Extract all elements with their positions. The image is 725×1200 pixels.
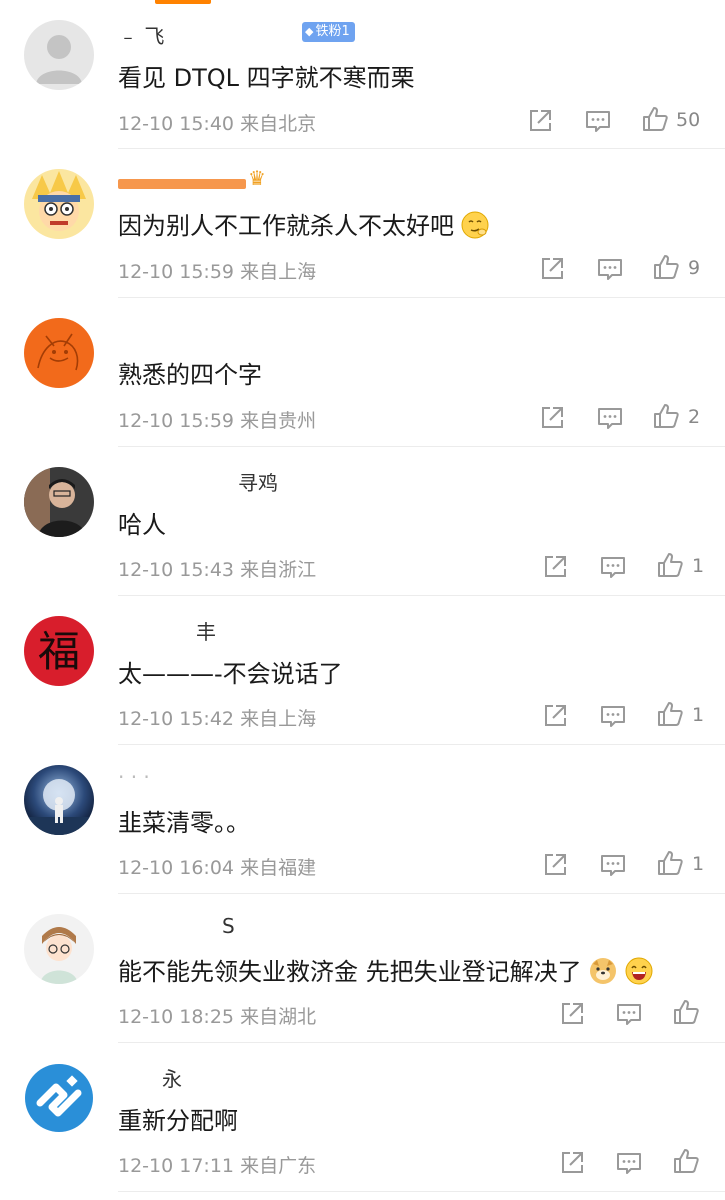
comment-time: 12-10 16:04 [118,857,235,879]
comment-icon[interactable] [599,553,627,581]
comment-text: 因为别人不工作就杀人不太好吧 [118,206,490,241]
comment-location: 来自上海 [240,708,317,730]
like-icon[interactable] [656,551,684,579]
comment-time: 12-10 17:11 [118,1155,235,1177]
comment-icon[interactable] [596,404,624,432]
avatar[interactable] [24,318,94,388]
laugh-emoji-icon [624,956,654,986]
comment-meta: 12-10 18:25 来自湖北 [118,1002,316,1029]
avatar[interactable]: 福 [24,616,94,686]
forward-icon[interactable] [538,255,566,283]
like-icon[interactable] [641,105,669,133]
comment-meta: 12-10 16:04 来自福建 [118,853,316,880]
username-redacted [118,179,246,189]
forward-icon[interactable] [541,553,569,581]
like-icon[interactable] [656,849,684,877]
comment-text: 能不能先领失业救济金 先把失业登记解决了 [118,952,654,987]
smirk-emoji-icon [460,210,490,240]
comment-time: 12-10 15:59 [118,261,235,283]
forward-icon[interactable] [541,851,569,879]
comment-meta: 12-10 15:42 来自上海 [118,704,316,731]
divider [118,1190,725,1192]
comment-location: 来自浙江 [240,559,317,581]
comment-meta: 12-10 15:59 来自贵州 [118,406,316,433]
comment-item[interactable]: ♛ 因为别人不工作就杀人不太好吧 12-10 15:59 来自上海 9 [0,149,725,298]
comment-meta: 12-10 15:43 来自浙江 [118,555,316,582]
comment-item[interactable]: 福 丰 太———-不会说话了 12-10 15:42 来自上海 1 [0,596,725,745]
comment-time: 12-10 18:25 [118,1006,235,1028]
comment-text: 看见 DTQL 四字就不寒而栗 [118,64,415,92]
doge-emoji-icon [588,956,618,986]
comment-time: 12-10 15:59 [118,410,235,432]
username[interactable]: ﹣ 飞 [118,20,164,49]
forward-icon[interactable] [558,1000,586,1028]
forward-icon[interactable] [538,404,566,432]
comment-text: 韭菜清零。。 [118,809,250,837]
comment-time: 12-10 15:43 [118,559,235,581]
comment-location: 来自福建 [240,857,317,879]
comment-text: 熟悉的四个字 [118,361,262,389]
username[interactable]: 永 [162,1063,182,1092]
comment-icon[interactable] [584,107,612,135]
svg-text:福: 福 [38,627,80,676]
comment-location: 来自北京 [240,113,317,135]
like-count: 9 [688,257,701,279]
comment-item[interactable]: ﹣ 飞 ◆ 铁粉1 看见 DTQL 四字就不寒而栗 12-10 15:40 来自北… [0,0,725,149]
like-count: 1 [692,704,705,726]
like-count: 2 [688,406,701,428]
comment-location: 来自湖北 [240,1006,317,1028]
comment-item[interactable]: 永 重新分配啊 12-10 17:11 来自广东 [0,1043,725,1192]
comment-icon[interactable] [615,1149,643,1177]
forward-icon[interactable] [526,107,554,135]
comment-meta: 12-10 17:11 来自广东 [118,1151,316,1178]
forward-icon[interactable] [541,702,569,730]
comment-icon[interactable] [599,851,627,879]
comment-time: 12-10 15:42 [118,708,235,730]
username[interactable]: 丰 [196,616,216,645]
avatar[interactable] [24,467,94,537]
comment-meta: 12-10 15:40 来自北京 [118,109,316,136]
comment-location: 来自贵州 [240,410,317,432]
comment-item[interactable]: 熟悉的四个字 12-10 15:59 来自贵州 2 [0,298,725,447]
avatar[interactable] [24,765,94,835]
avatar[interactable] [24,1063,94,1133]
comment-text: 哈人 [118,511,166,539]
comment-text: 太———-不会说话了 [118,660,343,688]
like-icon[interactable] [652,402,680,430]
like-icon[interactable] [672,998,700,1026]
comment-location: 来自上海 [240,261,317,283]
like-count: 50 [676,109,701,131]
username[interactable]: S [222,914,235,938]
avatar[interactable] [24,20,94,90]
like-icon[interactable] [652,253,680,281]
avatar[interactable] [24,914,94,984]
like-count: 1 [692,555,705,577]
forward-icon[interactable] [558,1149,586,1177]
comment-text: 重新分配啊 [118,1107,238,1135]
avatar[interactable] [24,169,94,239]
like-count: 1 [692,853,705,875]
username[interactable]: · · · [118,765,150,789]
comment-meta: 12-10 15:59 来自上海 [118,257,316,284]
comment-item[interactable]: S 能不能先领失业救济金 先把失业登记解决了 12-10 18:25 来自湖北 [0,894,725,1043]
fan-badge: ◆ 铁粉1 [302,22,355,42]
like-icon[interactable] [672,1147,700,1175]
comment-location: 来自广东 [240,1155,317,1177]
like-icon[interactable] [656,700,684,728]
comment-icon[interactable] [599,702,627,730]
comment-time: 12-10 15:40 [118,113,235,135]
comment-item[interactable]: · · · 韭菜清零。。 12-10 16:04 来自福建 1 [0,745,725,894]
diamond-icon: ◆ [305,25,314,38]
comment-item[interactable]: 寻鸡 哈人 12-10 15:43 来自浙江 1 [0,447,725,596]
crown-icon: ♛ [248,166,266,190]
username[interactable]: 寻鸡 [238,467,278,496]
comment-icon[interactable] [615,1000,643,1028]
comment-icon[interactable] [596,255,624,283]
